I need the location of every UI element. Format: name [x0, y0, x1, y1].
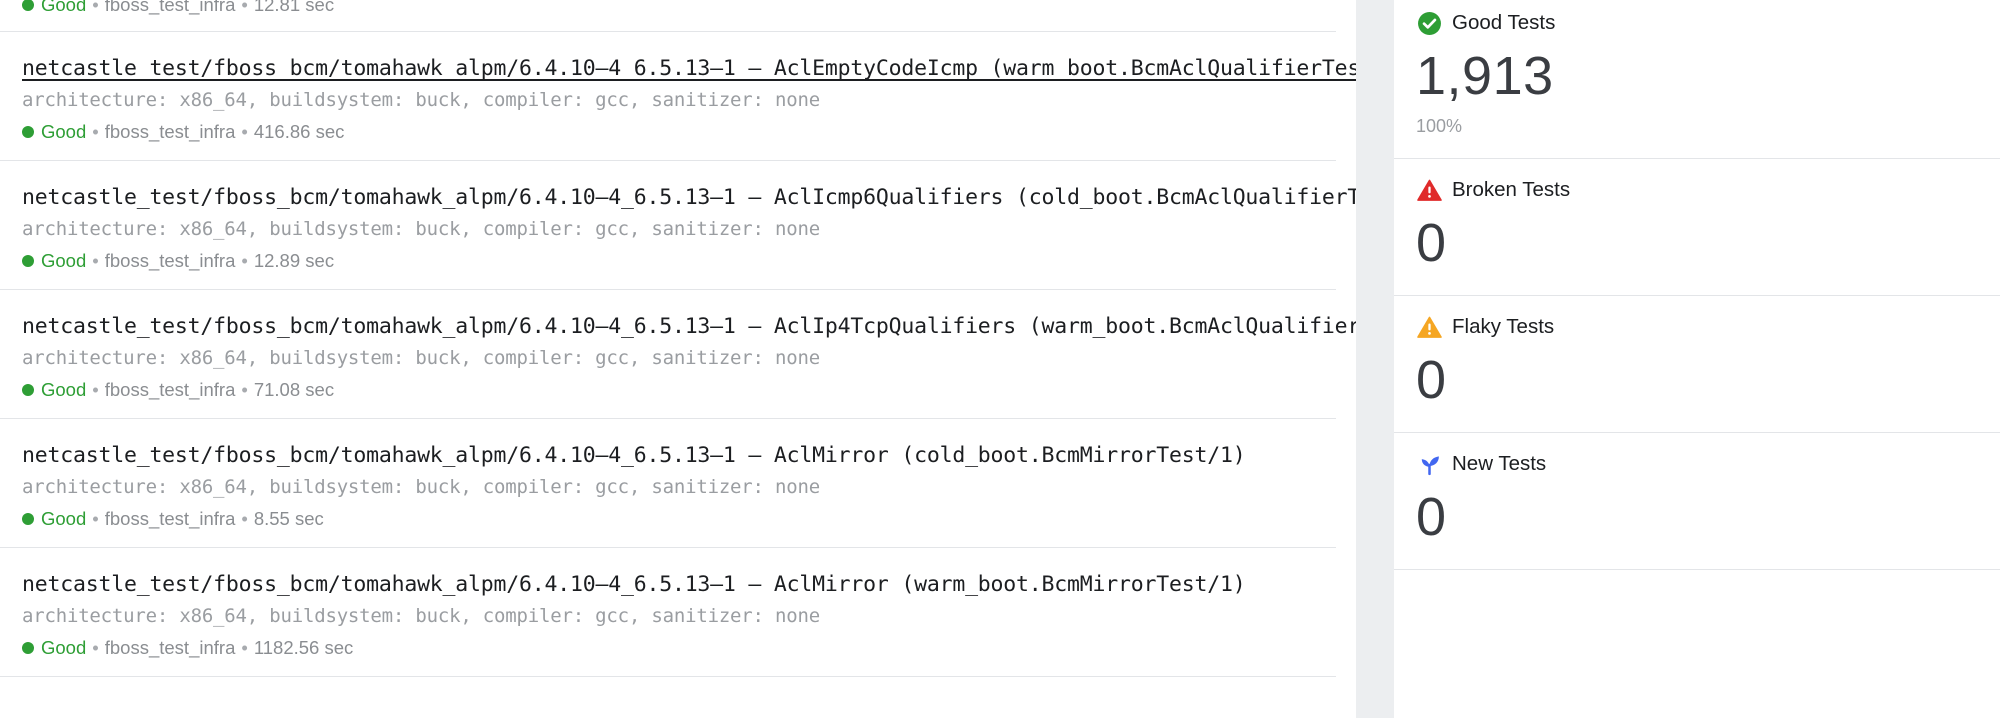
status-duration: 12.89 sec: [253, 250, 335, 271]
status-project-name: fboss_test_infra: [104, 121, 236, 142]
summary-card-title: New Tests: [1452, 452, 1547, 475]
test-result-row[interactable]: netcastle_test/fboss_bcm/tomahawk_alpm/6…: [0, 161, 1356, 290]
test-result-status: Good • fboss_test_infra • 416.86 sec: [22, 118, 1308, 146]
status-dot-icon: [22, 0, 34, 11]
seedling-icon: [1416, 451, 1442, 477]
test-result-metadata: architecture: x86_64, buildsystem: buck,…: [22, 605, 820, 627]
warning-triangle-red-icon: [1416, 177, 1442, 203]
status-duration: 71.08 sec: [253, 379, 335, 400]
warning-triangle-amber-icon: [1416, 314, 1442, 340]
test-result-row[interactable]: netcastle_test/fboss_bcm/tomahawk_alpm/6…: [0, 32, 1356, 161]
test-result-status: Good • fboss_test_infra • 71.08 sec: [22, 376, 1308, 404]
status-label: Good: [41, 0, 87, 15]
status-label: Good: [41, 508, 87, 529]
status-separator: •: [92, 508, 99, 529]
summary-card-value: 0: [1416, 350, 1447, 410]
summary-scroll-container: Good Tests 1,913 100% Broken Tests 0 Flaky Te…: [1394, 0, 2000, 570]
test-result-status: Good • fboss_test_infra • 1182.56 sec: [22, 634, 1308, 662]
status-project-name: fboss_test_infra: [104, 0, 236, 15]
summary-card-header: Good Tests: [1416, 8, 2000, 38]
status-project-name: fboss_test_infra: [104, 508, 236, 529]
status-label: Good: [41, 379, 87, 400]
summary-card[interactable]: New Tests 0: [1394, 433, 2000, 570]
summary-card-header: New Tests: [1416, 449, 2000, 479]
summary-card-percent: 100%: [1416, 116, 1463, 136]
summary-card-value: 0: [1416, 487, 1447, 547]
status-separator: •: [241, 0, 248, 15]
test-result-row[interactable]: netcastle_test/fboss_bcm/tomahawk_alpm/6…: [0, 548, 1336, 677]
status-dot-icon: [22, 384, 34, 396]
test-result-status: Good • fboss_test_infra • 12.89 sec: [22, 247, 1308, 275]
summary-card-title: Good Tests: [1452, 11, 1556, 34]
status-dot-icon: [22, 126, 34, 138]
summary-card-header: Flaky Tests: [1416, 312, 2000, 342]
status-separator: •: [241, 637, 248, 658]
status-duration: 12.81 sec: [253, 0, 335, 15]
status-dot-icon: [22, 513, 34, 525]
results-scroll-container: Good • fboss_test_infra • 12.81 sec netcastle…: [0, 0, 1356, 677]
status-dot-icon: [22, 642, 34, 654]
status-label: Good: [41, 121, 87, 142]
scrollbar-track[interactable]: [1356, 0, 1394, 718]
test-result-row[interactable]: netcastle_test/fboss_bcm/tomahawk_alpm/6…: [0, 290, 1356, 419]
status-separator: •: [92, 637, 99, 658]
test-results-list: Good • fboss_test_infra • 12.81 sec netcastle…: [0, 0, 1356, 718]
status-separator: •: [241, 379, 248, 400]
summary-card-header: Broken Tests: [1416, 175, 2000, 205]
status-dot-icon: [22, 255, 34, 267]
summary-card[interactable]: Flaky Tests 0: [1394, 296, 2000, 433]
test-result-status: Good • fboss_test_infra • 12.81 sec: [22, 0, 1308, 19]
status-project-name: fboss_test_infra: [104, 379, 236, 400]
status-separator: •: [241, 508, 248, 529]
test-result-title-link[interactable]: netcastle_test/fboss_bcm/tomahawk_alpm/6…: [22, 54, 1356, 84]
check-circle-icon: [1416, 10, 1442, 36]
summary-sidebar: Good Tests 1,913 100% Broken Tests 0 Flaky Te…: [1394, 0, 2000, 718]
summary-card-value: 1,913: [1416, 46, 1554, 106]
vertical-scrollbar[interactable]: [1356, 0, 1394, 718]
summary-card-title: Broken Tests: [1452, 178, 1571, 201]
summary-card-title: Flaky Tests: [1452, 315, 1555, 338]
status-label: Good: [41, 250, 87, 271]
status-duration: 416.86 sec: [253, 121, 345, 142]
test-result-metadata: architecture: x86_64, buildsystem: buck,…: [22, 89, 820, 111]
summary-card-value: 0: [1416, 213, 1447, 273]
status-separator: •: [92, 250, 99, 271]
test-result-title-link[interactable]: netcastle_test/fboss_bcm/tomahawk_alpm/6…: [22, 183, 1356, 213]
status-label: Good: [41, 637, 87, 658]
status-project-name: fboss_test_infra: [104, 250, 236, 271]
status-separator: •: [92, 121, 99, 142]
status-separator: •: [241, 121, 248, 142]
test-result-row[interactable]: Good • fboss_test_infra • 12.81 sec: [0, 0, 1336, 32]
summary-card[interactable]: Broken Tests 0: [1394, 159, 2000, 296]
test-result-row[interactable]: netcastle_test/fboss_bcm/tomahawk_alpm/6…: [0, 419, 1336, 548]
test-result-title-link[interactable]: netcastle_test/fboss_bcm/tomahawk_alpm/6…: [22, 570, 1246, 600]
test-result-status: Good • fboss_test_infra • 8.55 sec: [22, 505, 1308, 533]
status-duration: 8.55 sec: [253, 508, 324, 529]
test-result-title-link[interactable]: netcastle_test/fboss_bcm/tomahawk_alpm/6…: [22, 441, 1246, 471]
test-result-metadata: architecture: x86_64, buildsystem: buck,…: [22, 476, 820, 498]
status-separator: •: [92, 0, 99, 15]
status-separator: •: [92, 379, 99, 400]
test-result-metadata: architecture: x86_64, buildsystem: buck,…: [22, 347, 820, 369]
test-results-page: Good • fboss_test_infra • 12.81 sec netcastle…: [0, 0, 2000, 718]
status-separator: •: [241, 250, 248, 271]
summary-card[interactable]: Good Tests 1,913 100%: [1394, 0, 2000, 159]
test-result-metadata: architecture: x86_64, buildsystem: buck,…: [22, 218, 820, 240]
status-project-name: fboss_test_infra: [104, 637, 236, 658]
status-duration: 1182.56 sec: [253, 637, 354, 658]
test-result-title-link[interactable]: netcastle_test/fboss_bcm/tomahawk_alpm/6…: [22, 312, 1356, 342]
